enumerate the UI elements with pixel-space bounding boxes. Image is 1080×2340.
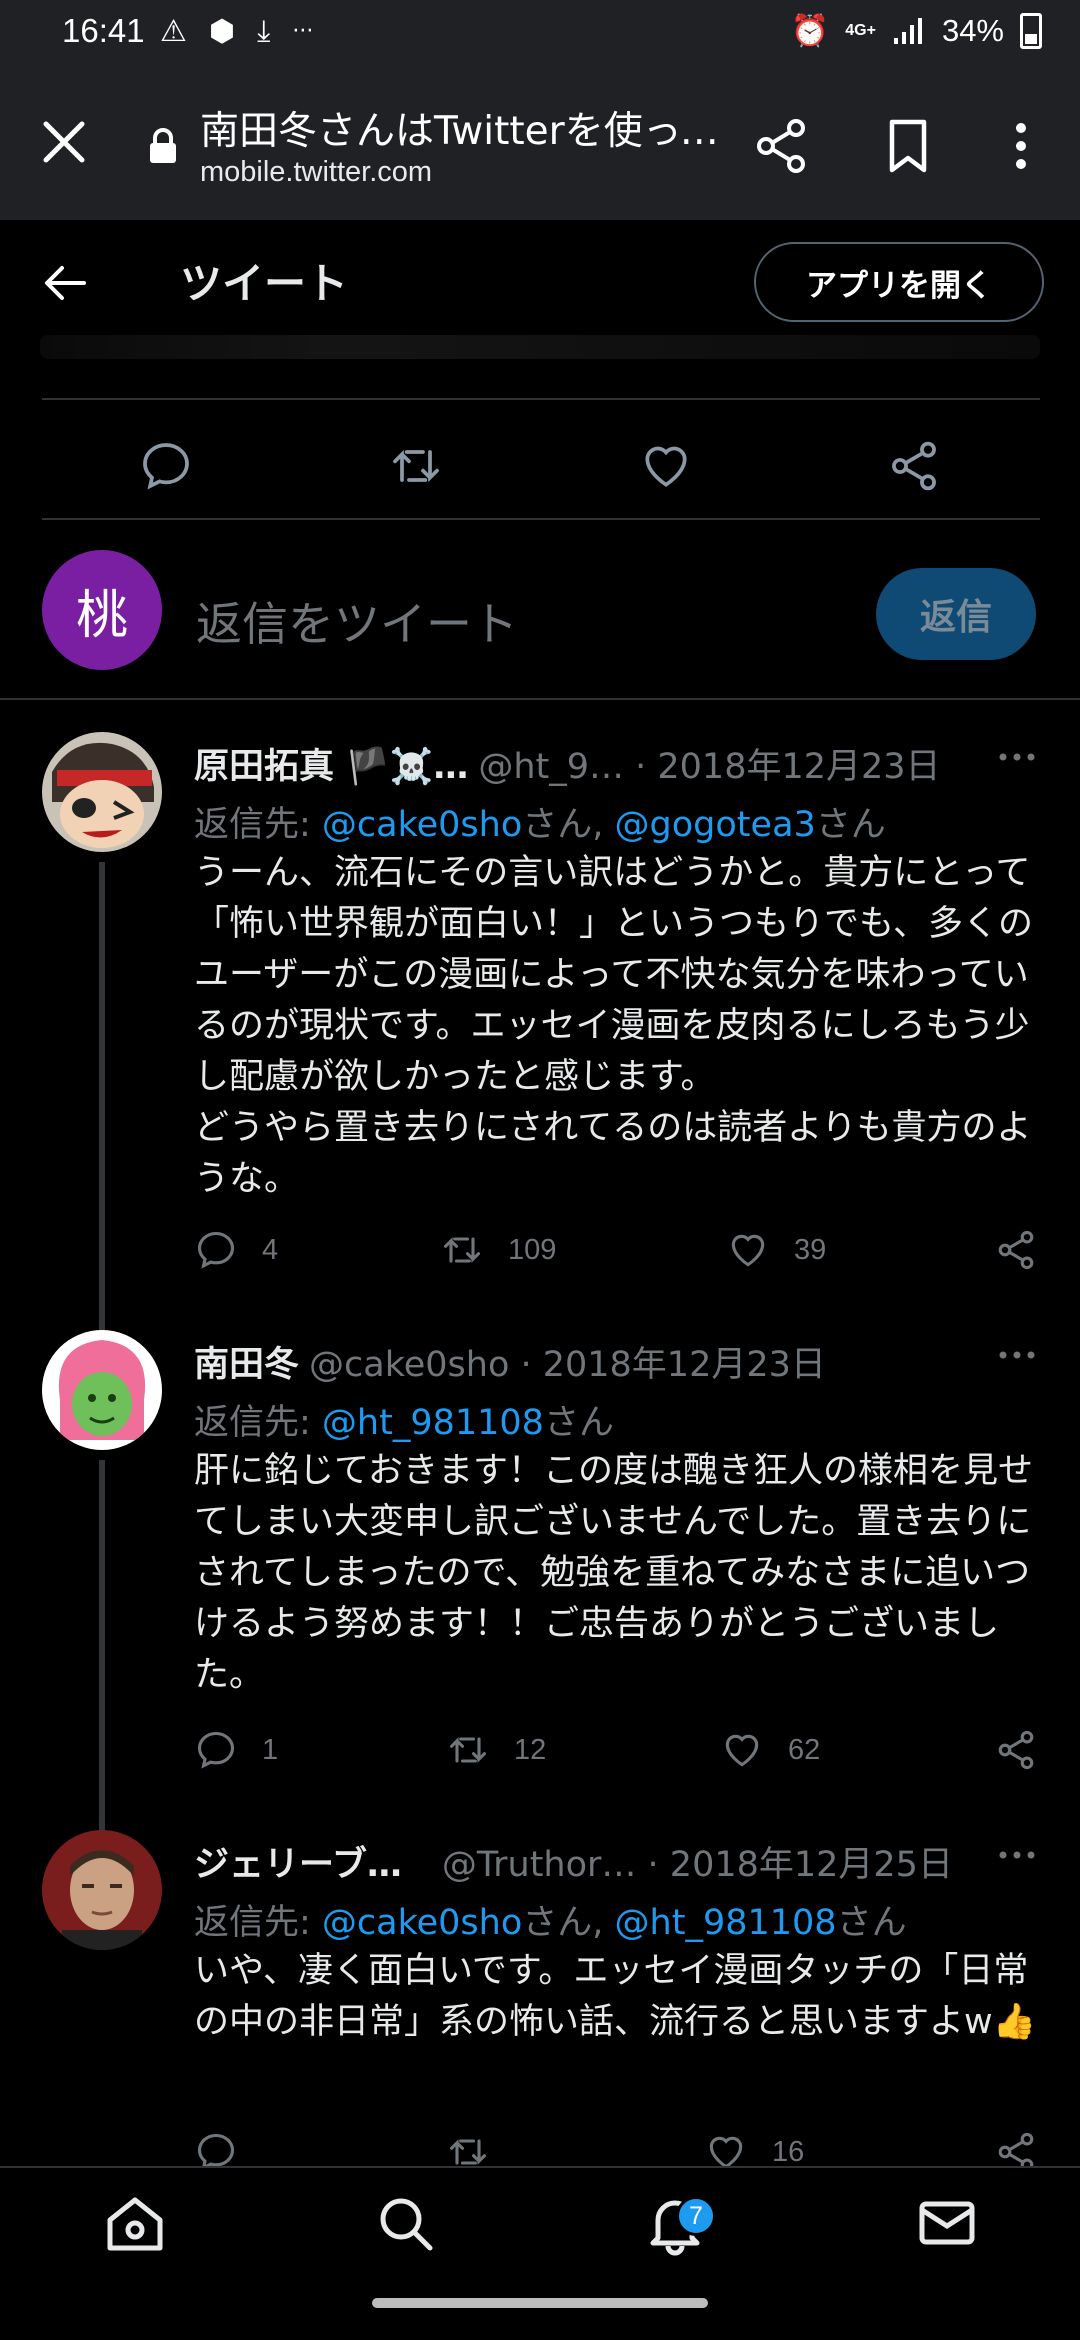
handle-and-date[interactable]: @Truthor… · 2018年12月25日: [442, 1836, 953, 1887]
status-time: 16:41: [62, 12, 145, 49]
home-icon[interactable]: [100, 2188, 170, 2258]
alarm-icon: ⏰: [790, 13, 830, 48]
tweet-actions: 1 12 62: [0, 1728, 1080, 1788]
more-horizontal-icon[interactable]: [994, 742, 1040, 772]
retweet-action[interactable]: 109: [440, 1228, 556, 1272]
network-type: 4G+: [845, 21, 876, 39]
bottom-navigation: 7: [0, 2166, 1080, 2278]
retweet-icon[interactable]: [388, 438, 444, 494]
display-name[interactable]: 南田冬: [194, 1336, 299, 1387]
page-url[interactable]: mobile.twitter.com: [200, 156, 432, 189]
back-arrow-icon[interactable]: [40, 258, 90, 308]
app-notification-icon: ⬢: [208, 14, 236, 49]
avatar[interactable]: [42, 732, 162, 852]
like-icon: [725, 1734, 759, 1767]
twitter-header: ツイート アプリを開く: [0, 220, 1080, 348]
reply-action[interactable]: 1: [194, 1728, 278, 1772]
like-icon: [731, 1234, 765, 1267]
main-tweet-actions: [0, 420, 1080, 520]
tweet-text: うーん、流石にその言い訳はどうかと。貴方にとって「怖い世界観が面白い！」というつ…: [194, 853, 1033, 1199]
more-horizontal-icon[interactable]: [994, 1840, 1040, 1870]
divider: [42, 398, 1040, 400]
display-name[interactable]: ジェリーブ…: [194, 1836, 402, 1887]
reply-icon: [197, 1231, 235, 1269]
share-icon[interactable]: [886, 438, 942, 494]
avatar[interactable]: [42, 1330, 162, 1450]
share-icon: [998, 1230, 1034, 1270]
user-avatar-image: [42, 1330, 162, 1450]
share-icon: [998, 1730, 1034, 1770]
retweet-icon: [443, 1237, 481, 1263]
mention-link[interactable]: @ht_981108: [322, 1403, 544, 1443]
share-icon[interactable]: [752, 116, 812, 176]
browser-toolbar: 南田冬さんはTwitterを使っています mobile.twitter.com: [0, 68, 1080, 220]
more-vert-icon[interactable]: [996, 116, 1046, 176]
reply-composer: 桃 返信をツイート 返信: [0, 520, 1080, 700]
reply-input[interactable]: 返信をツイート: [196, 588, 518, 654]
tweet-actions: 4 109 39: [0, 1228, 1080, 1288]
retweet-action[interactable]: 12: [446, 1728, 546, 1772]
handle-and-date[interactable]: @ht_9… · 2018年12月23日: [478, 738, 940, 789]
retweet-icon: [449, 1737, 487, 1763]
like-icon[interactable]: [638, 438, 694, 494]
signal-icon: [893, 17, 922, 44]
tweet-text: 肝に銘じておきます！この度は醜き狂人の様相を見せてしまい大変申し訳ございませんで…: [194, 1451, 1033, 1695]
avatar[interactable]: [42, 1830, 162, 1950]
user-avatar-image: [42, 732, 162, 852]
warning-icon: ⚠: [160, 14, 187, 49]
user-avatar-image: [42, 1830, 162, 1950]
display-name[interactable]: 原田拓真 🏴☠️…: [194, 738, 468, 789]
replying-to: 返信先: @ht_981108さん: [194, 1403, 614, 1443]
open-app-button[interactable]: アプリを開く: [754, 242, 1044, 322]
home-gesture-handle[interactable]: [372, 2298, 708, 2308]
reply-count: 1: [262, 1733, 279, 1766]
battery-icon: [1020, 12, 1042, 49]
download-icon: ⤓: [257, 14, 271, 49]
more-horizontal-icon[interactable]: [994, 1340, 1040, 1370]
reply-count: 4: [262, 1233, 279, 1266]
close-icon[interactable]: [36, 114, 92, 170]
lock-icon: [150, 128, 176, 163]
header-title: ツイート: [180, 259, 349, 308]
like-count: 62: [788, 1733, 821, 1766]
like-action[interactable]: 62: [720, 1728, 820, 1772]
page-title[interactable]: 南田冬さんはTwitterを使っています: [200, 100, 720, 156]
search-icon[interactable]: [370, 2188, 440, 2258]
tweet-text: いや、凄く面白いです。エッセイ漫画タッチの「日常の中の非日常」系の怖い話、流行る…: [194, 1951, 1037, 2042]
reply-action[interactable]: 4: [194, 1228, 278, 1272]
battery-percent: 34%: [941, 12, 1004, 48]
notifications-badge: 7: [676, 2196, 716, 2236]
handle-and-date[interactable]: @cake0sho · 2018年12月23日: [309, 1336, 826, 1387]
share-action[interactable]: [994, 1228, 1038, 1272]
retweet-count: 109: [508, 1233, 557, 1266]
status-bar: 16:41 ⚠ ⬢ ⤓ ··· ⏰ 4G+ 34%: [0, 0, 1080, 68]
retweet-count: 12: [514, 1733, 547, 1766]
replying-to: 返信先: @cake0shoさん, @gogotea3さん: [194, 805, 886, 845]
mention-link[interactable]: @cake0sho: [322, 805, 522, 845]
mention-link[interactable]: @ht_981108: [615, 1903, 837, 1943]
like-action[interactable]: 39: [726, 1228, 826, 1272]
reply-icon[interactable]: [138, 438, 194, 494]
bookmark-icon[interactable]: [878, 116, 938, 176]
mention-link[interactable]: @gogotea3: [615, 805, 816, 845]
like-count: 16: [772, 2135, 805, 2168]
truncated-tweet-text: [40, 335, 1040, 359]
more-notifications-icon: ···: [292, 19, 314, 44]
divider: [0, 698, 1080, 700]
replying-to: 返信先: @cake0shoさん, @ht_981108さん: [194, 1903, 907, 1943]
like-count: 39: [794, 1233, 827, 1266]
reply-icon: [197, 1731, 235, 1769]
messages-mail-icon[interactable]: [912, 2188, 982, 2258]
mention-link[interactable]: @cake0sho: [322, 1903, 522, 1943]
avatar: 桃: [42, 550, 162, 670]
gesture-navigation-bar: [0, 2278, 1080, 2340]
share-action[interactable]: [994, 1728, 1038, 1772]
reply-button[interactable]: 返信: [876, 568, 1036, 660]
